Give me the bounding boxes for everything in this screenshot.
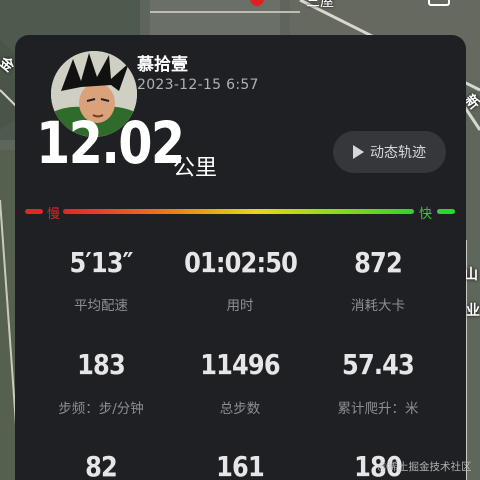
- dynamic-track-button[interactable]: 动态轨迹: [333, 131, 446, 173]
- stat-cadence-value: 183: [77, 348, 126, 381]
- stat-steps-value: 11496: [200, 348, 280, 381]
- stat-cadence-label: 步频：步/分钟: [58, 401, 144, 417]
- stat-climb-value: 57.43: [342, 348, 415, 381]
- stat-calories-label: 消耗大卡: [351, 298, 405, 314]
- pace-gradient-bar: [63, 209, 414, 214]
- play-icon: [353, 145, 364, 159]
- pace-bar-slow-cap: [25, 209, 43, 214]
- stat-climb-label: 累计爬升：米: [337, 401, 419, 417]
- stat-avg-pace-value: 5′13″: [69, 246, 133, 279]
- map-label: 山: [464, 267, 478, 283]
- share-icon[interactable]: [428, 0, 450, 6]
- user-name[interactable]: 慕拾壹: [137, 50, 188, 75]
- stat-steps-label: 总步数: [219, 401, 261, 417]
- distance-unit: 公里: [173, 156, 218, 181]
- distance-value: 12.02: [36, 109, 185, 177]
- stat-duration-label: 用时: [226, 298, 254, 314]
- stat-row3-col2-value: 161: [216, 450, 265, 480]
- map-label-top: 三屋: [306, 0, 334, 10]
- dynamic-track-label: 动态轨迹: [370, 145, 426, 161]
- stat-calories-value: 872: [354, 246, 403, 279]
- run-datetime: 2023-12-15 6:57: [137, 77, 259, 93]
- map-label: 业: [466, 303, 480, 319]
- watermark: @稀土掘金技术社区: [377, 461, 472, 473]
- pace-bar-fast-cap: [437, 209, 455, 214]
- pace-bar-fast-label: 快: [419, 207, 433, 222]
- stat-duration-value: 01:02:50: [184, 246, 298, 279]
- pace-bar-slow-label: 慢: [47, 207, 61, 222]
- stat-row3-col1-value: 82: [85, 450, 118, 480]
- stat-avg-pace-label: 平均配速: [74, 298, 128, 314]
